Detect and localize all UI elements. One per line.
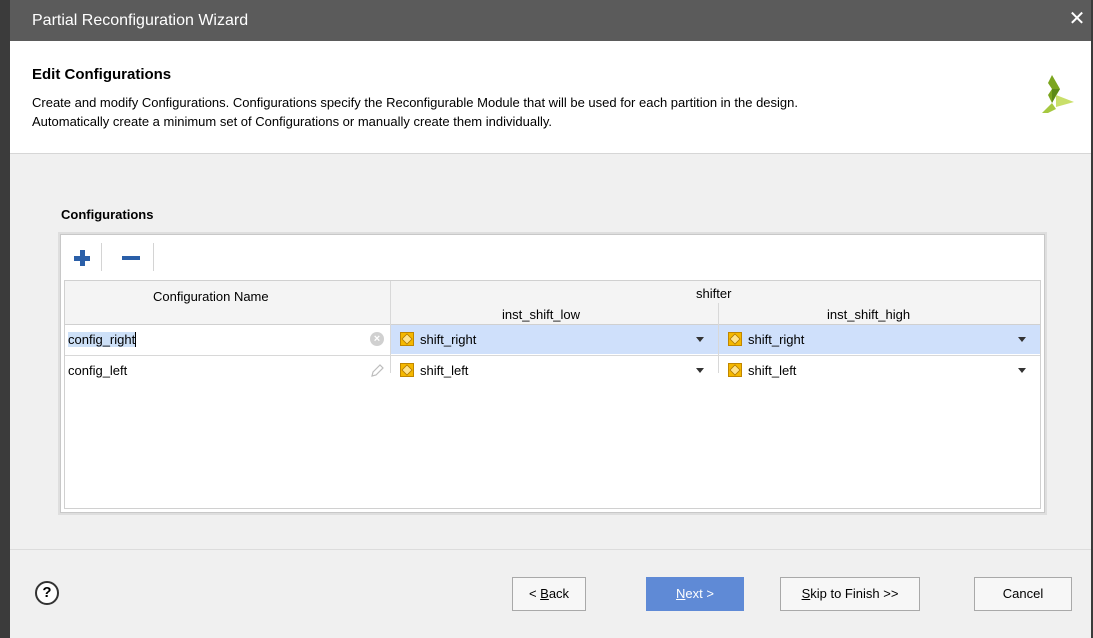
skip-to-finish-button[interactable]: Skip to Finish >> (780, 577, 920, 611)
inst-shift-low-dropdown[interactable]: shift_left (391, 356, 718, 385)
dropdown-value: shift_left (420, 363, 469, 378)
dropdown-value: shift_left (748, 363, 797, 378)
toolbar-separator (153, 243, 154, 271)
column-header-inst-shift-low[interactable]: inst_shift_low (502, 307, 580, 322)
back-prefix: < (528, 586, 541, 601)
table-row[interactable]: config_right × shift_right shift_right (65, 325, 1040, 354)
help-button[interactable]: ? (35, 581, 59, 605)
page-description: Create and modify Configurations. Config… (32, 93, 1032, 131)
description-line-1: Create and modify Configurations. Config… (32, 95, 798, 110)
minus-icon[interactable] (118, 245, 144, 271)
inst-shift-high-dropdown[interactable]: shift_left (719, 356, 1040, 385)
next-rest: ext > (685, 586, 714, 601)
wizard-content: Configurations Configuration Name shifte… (10, 154, 1091, 549)
xilinx-logo-icon (1042, 75, 1074, 113)
back-button[interactable]: < Back (512, 577, 586, 611)
configurations-table: Configuration Name shifter inst_shift_lo… (64, 280, 1041, 509)
chevron-down-icon[interactable] (1018, 368, 1026, 373)
text-caret (135, 332, 137, 347)
skip-rest: kip to Finish >> (810, 586, 899, 601)
dropdown-value: shift_right (420, 332, 477, 347)
configuration-name-cell[interactable]: config_left (65, 356, 390, 385)
module-icon (400, 363, 414, 377)
plus-icon[interactable] (69, 245, 95, 271)
chevron-down-icon[interactable] (1018, 337, 1026, 342)
configurations-toolbar (61, 235, 1044, 280)
configurations-label: Configurations (61, 207, 154, 222)
module-icon (728, 363, 742, 377)
column-header-label: Configuration Name (153, 289, 269, 304)
wizard-footer: ? < Back Next > Skip to Finish >> Cancel (10, 549, 1091, 638)
next-mnemonic: N (676, 586, 686, 601)
inst-shift-high-dropdown[interactable]: shift_right (719, 325, 1040, 354)
back-mnemonic: B (540, 586, 549, 601)
column-header-configuration-name[interactable]: Configuration Name (65, 281, 390, 325)
configuration-name-cell[interactable]: config_right × (65, 325, 390, 354)
page-heading: Edit Configurations (32, 66, 172, 83)
clear-icon[interactable]: × (370, 332, 384, 346)
inst-shift-low-dropdown[interactable]: shift_right (391, 325, 718, 354)
pencil-icon[interactable] (369, 363, 385, 379)
window-title: Partial Reconfiguration Wizard (32, 12, 249, 29)
wizard-header: Edit Configurations Create and modify Co… (10, 41, 1091, 154)
configuration-name-value: config_right (68, 332, 136, 347)
column-group-label: shifter (696, 286, 732, 301)
chevron-down-icon[interactable] (696, 337, 704, 342)
chevron-down-icon[interactable] (696, 368, 704, 373)
dropdown-value: shift_right (748, 332, 805, 347)
description-line-2: Automatically create a minimum set of Co… (32, 114, 552, 129)
configuration-name-value: config_left (68, 363, 128, 378)
window-frame-left (0, 0, 10, 638)
row-divider (65, 355, 1040, 356)
back-rest: ack (548, 586, 570, 601)
close-icon[interactable]: ✕ (1067, 9, 1087, 29)
next-button[interactable]: Next > (646, 577, 744, 611)
column-group-header-shifter: shifter inst_shift_low inst_shift_high (391, 281, 1040, 325)
column-header-inst-shift-high[interactable]: inst_shift_high (827, 307, 910, 322)
table-row[interactable]: config_left shift_left shift_left (65, 356, 1040, 385)
skip-mnemonic: S (801, 586, 811, 601)
module-icon (400, 332, 414, 346)
cancel-button[interactable]: Cancel (974, 577, 1072, 611)
configuration-name-input[interactable]: config_right (68, 332, 137, 347)
configurations-panel: Configuration Name shifter inst_shift_lo… (60, 234, 1045, 513)
title-bar: Partial Reconfiguration Wizard ✕ (10, 0, 1091, 41)
module-icon (728, 332, 742, 346)
toolbar-separator (101, 243, 102, 271)
